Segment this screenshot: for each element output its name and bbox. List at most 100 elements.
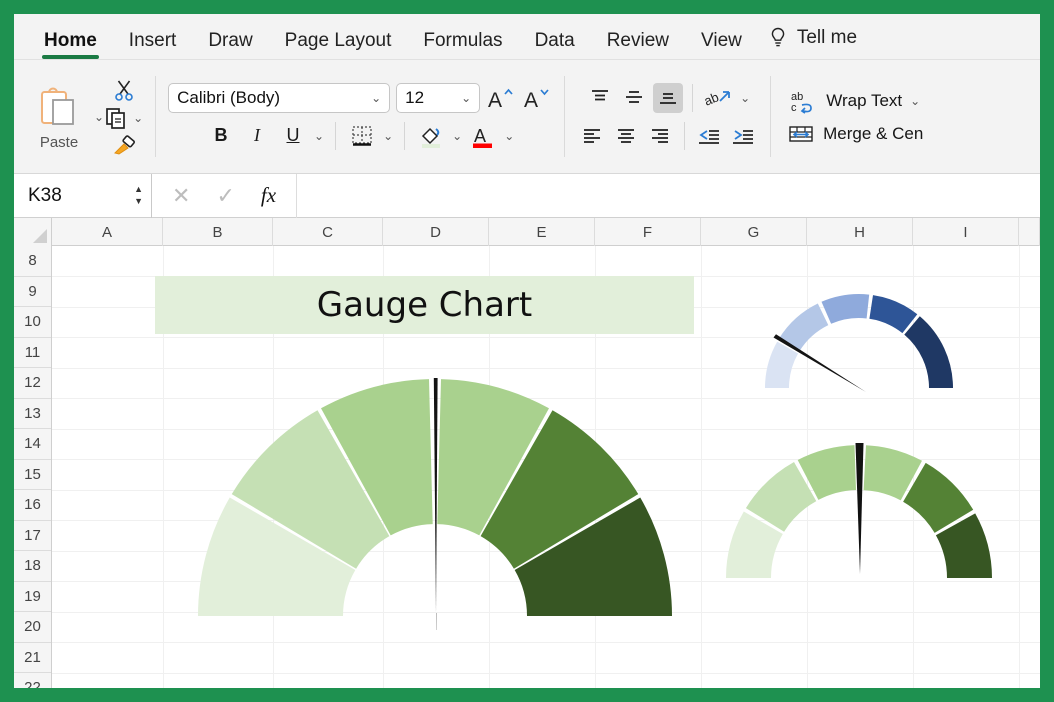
divider	[564, 76, 565, 157]
row-header-15[interactable]: 15	[14, 460, 51, 491]
column-header-E[interactable]: E	[489, 218, 595, 246]
tab-insert[interactable]: Insert	[113, 31, 193, 60]
row-header-19[interactable]: 19	[14, 582, 51, 613]
increase-font-size-icon: A	[487, 85, 515, 111]
fill-color-button[interactable]	[416, 121, 446, 151]
merge-center-button[interactable]: Merge & Cen	[783, 122, 927, 146]
font-size-value: 12	[405, 88, 424, 108]
align-middle-icon	[621, 86, 647, 110]
format-painter-button[interactable]	[112, 134, 136, 156]
copy-dropdown-chevron-icon[interactable]: ⌄	[133, 112, 143, 124]
spreadsheet-grid: A B C D E F G H I 8 9 10 11 12 13 14 15 …	[14, 218, 1040, 688]
cut-button[interactable]	[112, 78, 136, 102]
row-header-9[interactable]: 9	[14, 277, 51, 308]
column-header-B[interactable]: B	[163, 218, 273, 246]
column-header-A[interactable]: A	[52, 218, 163, 246]
column-header-D[interactable]: D	[383, 218, 489, 246]
row-header-20[interactable]: 20	[14, 612, 51, 643]
row-header-16[interactable]: 16	[14, 490, 51, 521]
decrease-font-size-button[interactable]: A	[522, 83, 552, 113]
align-center-button[interactable]	[611, 121, 641, 151]
tab-draw[interactable]: Draw	[192, 31, 268, 60]
copy-icon	[104, 106, 128, 130]
align-left-icon	[579, 124, 605, 148]
small-green-gauge-chart[interactable]	[714, 424, 1004, 589]
align-bottom-button[interactable]	[653, 83, 683, 113]
text-orientation-button[interactable]: ab	[702, 83, 736, 113]
tab-formulas[interactable]: Formulas	[407, 31, 518, 60]
clipboard-icon	[34, 86, 84, 130]
increase-font-size-button[interactable]: A	[486, 83, 516, 113]
underline-button[interactable]: U	[278, 121, 308, 151]
tab-view[interactable]: View	[685, 31, 758, 60]
wrap-text-label: Wrap Text	[826, 91, 902, 111]
row-header-12[interactable]: 12	[14, 368, 51, 399]
row-header-17[interactable]: 17	[14, 521, 51, 552]
chart-title-cell[interactable]: Gauge Chart	[155, 276, 694, 334]
wrap-text-icon: ab c	[790, 88, 818, 114]
formula-bar: K38 ▲ ▼ ✕ ✓ fx	[14, 174, 1040, 218]
merge-center-label: Merge & Cen	[823, 124, 923, 144]
align-bottom-icon	[655, 86, 681, 110]
tab-review[interactable]: Review	[591, 31, 685, 60]
align-top-button[interactable]	[585, 83, 615, 113]
row-header-10[interactable]: 10	[14, 307, 51, 338]
cell-area[interactable]: Gauge Chart	[52, 246, 1040, 688]
paste-button[interactable]: Paste	[24, 82, 94, 151]
underline-dropdown-chevron-icon[interactable]: ⌄	[314, 130, 324, 142]
paste-dropdown-chevron-icon[interactable]: ⌄	[94, 111, 104, 123]
row-header-18[interactable]: 18	[14, 551, 51, 582]
borders-dropdown-chevron-icon[interactable]: ⌄	[383, 130, 393, 142]
row-header-22[interactable]: 22	[14, 673, 51, 688]
main-gauge-chart[interactable]	[195, 368, 675, 630]
bold-button[interactable]: B	[206, 121, 236, 151]
row-header-11[interactable]: 11	[14, 338, 51, 369]
row-header-8[interactable]: 8	[14, 246, 51, 277]
align-left-button[interactable]	[577, 121, 607, 151]
name-box[interactable]: K38 ▲ ▼	[14, 174, 152, 218]
font-family-select[interactable]: Calibri (Body) ⌄	[168, 83, 390, 113]
blue-segment-3	[822, 294, 870, 324]
merge-cells-icon	[787, 122, 815, 146]
column-header-C[interactable]: C	[273, 218, 383, 246]
tab-page-layout[interactable]: Page Layout	[269, 31, 408, 60]
confirm-entry-button[interactable]: ✓	[216, 183, 234, 209]
row-header-14[interactable]: 14	[14, 429, 51, 460]
tell-me-button[interactable]: Tell me	[758, 26, 867, 60]
divider	[692, 84, 693, 112]
svg-text:ab: ab	[703, 89, 721, 108]
formula-input[interactable]	[296, 174, 1040, 218]
font-color-button[interactable]: A	[468, 121, 498, 151]
tab-data[interactable]: Data	[519, 31, 591, 60]
svg-text:A: A	[524, 89, 538, 111]
font-size-select[interactable]: 12 ⌄	[396, 83, 480, 113]
increase-indent-button[interactable]	[728, 121, 758, 151]
tab-home[interactable]: Home	[28, 31, 113, 60]
cancel-entry-button[interactable]: ✕	[172, 183, 190, 209]
chevron-down-icon: ⌄	[461, 92, 471, 104]
column-header-F[interactable]: F	[595, 218, 701, 246]
align-middle-button[interactable]	[619, 83, 649, 113]
wrap-merge-group: ab c Wrap Text ⌄	[773, 60, 937, 173]
wrap-text-dropdown-chevron-icon[interactable]: ⌄	[910, 95, 920, 107]
align-right-button[interactable]	[645, 121, 675, 151]
name-box-spinner[interactable]: ▲ ▼	[134, 185, 143, 206]
font-color-dropdown-chevron-icon[interactable]: ⌄	[504, 130, 514, 142]
orientation-dropdown-chevron-icon[interactable]: ⌄	[740, 92, 750, 104]
copy-button[interactable]: ⌄	[104, 106, 143, 130]
row-header-13[interactable]: 13	[14, 399, 51, 430]
font-family-value: Calibri (Body)	[177, 88, 280, 108]
column-header-H[interactable]: H	[807, 218, 913, 246]
fill-color-dropdown-chevron-icon[interactable]: ⌄	[452, 130, 462, 142]
wrap-text-button[interactable]: ab c Wrap Text ⌄	[786, 88, 924, 114]
column-header-I[interactable]: I	[913, 218, 1019, 246]
column-header-partial[interactable]	[1019, 218, 1040, 246]
borders-button[interactable]	[347, 121, 377, 151]
column-header-G[interactable]: G	[701, 218, 807, 246]
select-all-corner[interactable]	[14, 218, 52, 246]
row-header-21[interactable]: 21	[14, 643, 51, 674]
italic-button[interactable]: I	[242, 121, 272, 151]
insert-function-button[interactable]: fx	[261, 183, 276, 208]
blue-gauge-chart[interactable]	[754, 282, 964, 397]
decrease-indent-button[interactable]	[694, 121, 724, 151]
